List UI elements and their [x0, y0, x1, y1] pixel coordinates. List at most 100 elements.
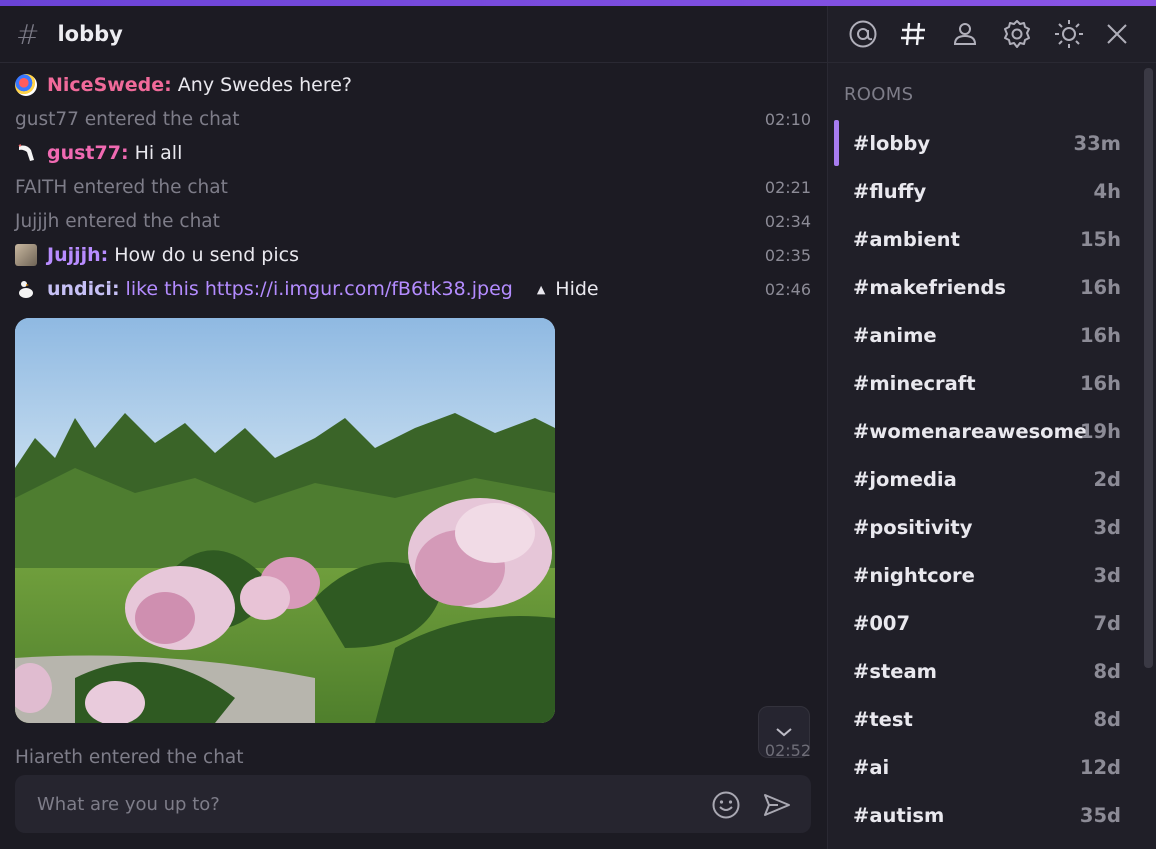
room-item-womenareawesome[interactable]: #womenareawesome 19h — [828, 407, 1141, 455]
message-author[interactable]: gust77: — [47, 142, 129, 164]
room-item-autism[interactable]: #autism 35d — [828, 791, 1141, 839]
message-row: undici: like this https://i.imgur.com/fB… — [15, 272, 811, 306]
rooms-section-label: ROOMS — [844, 84, 914, 105]
message-text: Hi all — [134, 142, 183, 164]
chat-panel: # lobby NiceSwede: Any Swedes here? gust… — [0, 6, 827, 849]
room-name: #lobby — [853, 131, 931, 155]
room-age: 16h — [1079, 371, 1121, 395]
gear-icon[interactable] — [1002, 14, 1053, 54]
room-item-anime[interactable]: #anime 16h — [828, 311, 1141, 359]
avatar[interactable] — [15, 74, 37, 96]
hash-icon[interactable] — [899, 14, 950, 54]
room-item-fluffy[interactable]: #fluffy 4h — [828, 167, 1141, 215]
sidebar-scrollbar[interactable] — [1144, 68, 1153, 668]
room-item-007[interactable]: #007 7d — [828, 599, 1141, 647]
send-icon[interactable] — [762, 790, 792, 824]
chat-header: # lobby — [0, 6, 827, 63]
sidebar-toolbar — [828, 6, 1156, 63]
message-row: Jujjjh: How do u send pics 02:35 — [15, 238, 811, 272]
message-text: like this — [125, 278, 199, 300]
system-text: FAITH entered the chat — [15, 176, 228, 198]
room-age: 33m — [1073, 131, 1121, 155]
system-text: gust77 entered the chat — [15, 108, 240, 130]
room-name: #minecraft — [853, 371, 976, 395]
message-time: 02:34 — [764, 211, 811, 231]
sun-icon[interactable] — [1053, 14, 1104, 54]
message-author[interactable]: NiceSwede: — [47, 74, 172, 96]
chevron-down-icon — [776, 728, 792, 737]
room-item-jomedia[interactable]: #jomedia 2d — [828, 455, 1141, 503]
room-name: #steam — [853, 659, 937, 683]
message-time: 02:52 — [764, 741, 811, 760]
room-item-minecraft[interactable]: #minecraft 16h — [828, 359, 1141, 407]
message-text: How do u send pics — [114, 244, 299, 266]
room-item-lobby[interactable]: #lobby 33m — [828, 119, 1141, 167]
emoji-icon[interactable] — [711, 790, 741, 824]
room-name: #nightcore — [853, 563, 975, 587]
channel-title: lobby — [57, 22, 123, 46]
hide-image-toggle[interactable]: ▲ Hide — [537, 278, 599, 300]
room-age: 8d — [1093, 659, 1121, 683]
message-row: NiceSwede: Any Swedes here? — [15, 68, 811, 102]
room-age: 3d — [1093, 515, 1121, 539]
message-text: Any Swedes here? — [177, 74, 352, 96]
room-age: 16h — [1079, 275, 1121, 299]
room-age: 2d — [1093, 467, 1121, 491]
message-input[interactable] — [37, 793, 677, 815]
message-time: 02:21 — [764, 177, 811, 197]
room-age: 12d — [1079, 755, 1121, 779]
system-text: Jujjjh entered the chat — [15, 210, 220, 232]
room-name: #ai — [853, 755, 890, 779]
message-time: 02:35 — [764, 245, 811, 265]
room-name: #fluffy — [853, 179, 927, 203]
avatar[interactable] — [15, 142, 37, 164]
room-name: #anime — [853, 323, 937, 347]
message-author[interactable]: Jujjjh: — [47, 244, 108, 266]
room-name: #autism — [853, 803, 945, 827]
room-age: 4h — [1093, 179, 1121, 203]
channel-hash-icon: # — [16, 17, 40, 51]
system-message: FAITH entered the chat 02:21 — [15, 170, 811, 204]
room-age: 3d — [1093, 563, 1121, 587]
room-age: 16h — [1079, 323, 1121, 347]
room-item-makefriends[interactable]: #makefriends 16h — [828, 263, 1141, 311]
avatar[interactable] — [15, 244, 37, 266]
system-message: Jujjjh entered the chat 02:34 — [15, 204, 811, 238]
room-age: 8d — [1093, 707, 1121, 731]
message-list: NiceSwede: Any Swedes here? gust77 enter… — [0, 63, 827, 306]
message-author[interactable]: undici: — [47, 278, 120, 300]
message-composer — [15, 775, 811, 833]
triangle-up-icon: ▲ — [536, 282, 546, 296]
room-name: #makefriends — [853, 275, 1006, 299]
room-name: #test — [853, 707, 913, 731]
room-name: #womenareawesome — [853, 419, 1088, 443]
room-age: 19h — [1079, 419, 1121, 443]
embedded-image[interactable] — [15, 318, 555, 723]
system-message: gust77 entered the chat 02:10 — [15, 102, 811, 136]
room-item-ai[interactable]: #ai 12d — [828, 743, 1141, 791]
avatar[interactable] — [15, 278, 37, 300]
room-name: #jomedia — [853, 467, 957, 491]
room-item-steam[interactable]: #steam 8d — [828, 647, 1141, 695]
room-name: #007 — [853, 611, 911, 635]
system-message: Hiareth entered the chat 02:52 — [15, 741, 811, 771]
room-name: #positivity — [853, 515, 973, 539]
room-age: 7d — [1093, 611, 1121, 635]
close-icon[interactable] — [1105, 14, 1156, 54]
room-item-positivity[interactable]: #positivity 3d — [828, 503, 1141, 551]
room-age: 35d — [1079, 803, 1121, 827]
message-time: 02:46 — [764, 279, 811, 299]
at-icon[interactable] — [848, 14, 899, 54]
room-list: #lobby 33m #fluffy 4h #ambient 15h #makefri… — [828, 119, 1141, 839]
room-age: 15h — [1079, 227, 1121, 251]
room-item-nightcore[interactable]: #nightcore 3d — [828, 551, 1141, 599]
sidebar: ROOMS #lobby 33m #fluffy 4h #ambient 15h #m… — [827, 6, 1156, 849]
system-text: Hiareth entered the chat — [15, 746, 244, 768]
hide-label: Hide — [555, 278, 599, 300]
room-item-test[interactable]: #test 8d — [828, 695, 1141, 743]
room-item-ambient[interactable]: #ambient 15h — [828, 215, 1141, 263]
room-name: #ambient — [853, 227, 960, 251]
user-icon[interactable] — [951, 14, 1002, 54]
message-link[interactable]: https://i.imgur.com/fB6tk38.jpeg — [205, 278, 513, 300]
message-time: 02:10 — [764, 109, 811, 129]
